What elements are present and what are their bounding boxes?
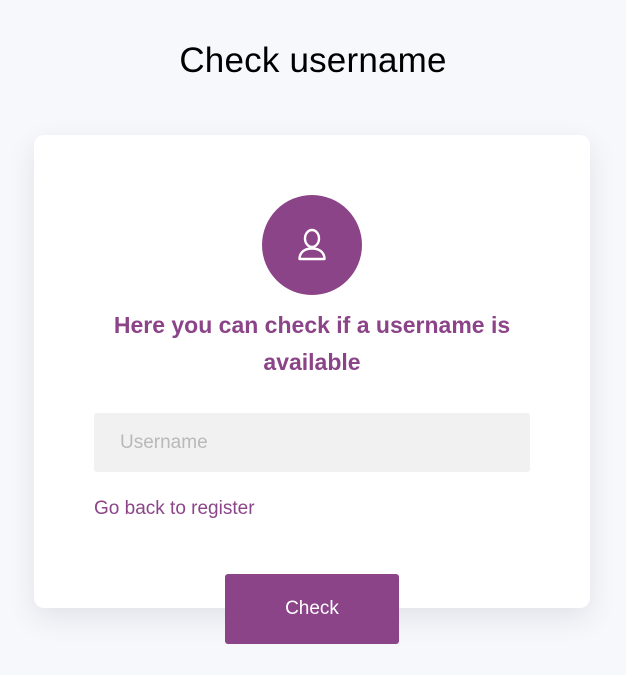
check-button[interactable]: Check — [225, 574, 399, 644]
check-username-card: Here you can check if a username is avai… — [34, 135, 590, 608]
username-input[interactable] — [94, 413, 530, 472]
page-title: Check username — [179, 41, 447, 81]
avatar — [262, 195, 362, 295]
user-icon — [298, 228, 326, 261]
card-heading: Here you can check if a username is avai… — [113, 312, 511, 375]
go-back-to-register-link[interactable]: Go back to register — [94, 498, 255, 520]
